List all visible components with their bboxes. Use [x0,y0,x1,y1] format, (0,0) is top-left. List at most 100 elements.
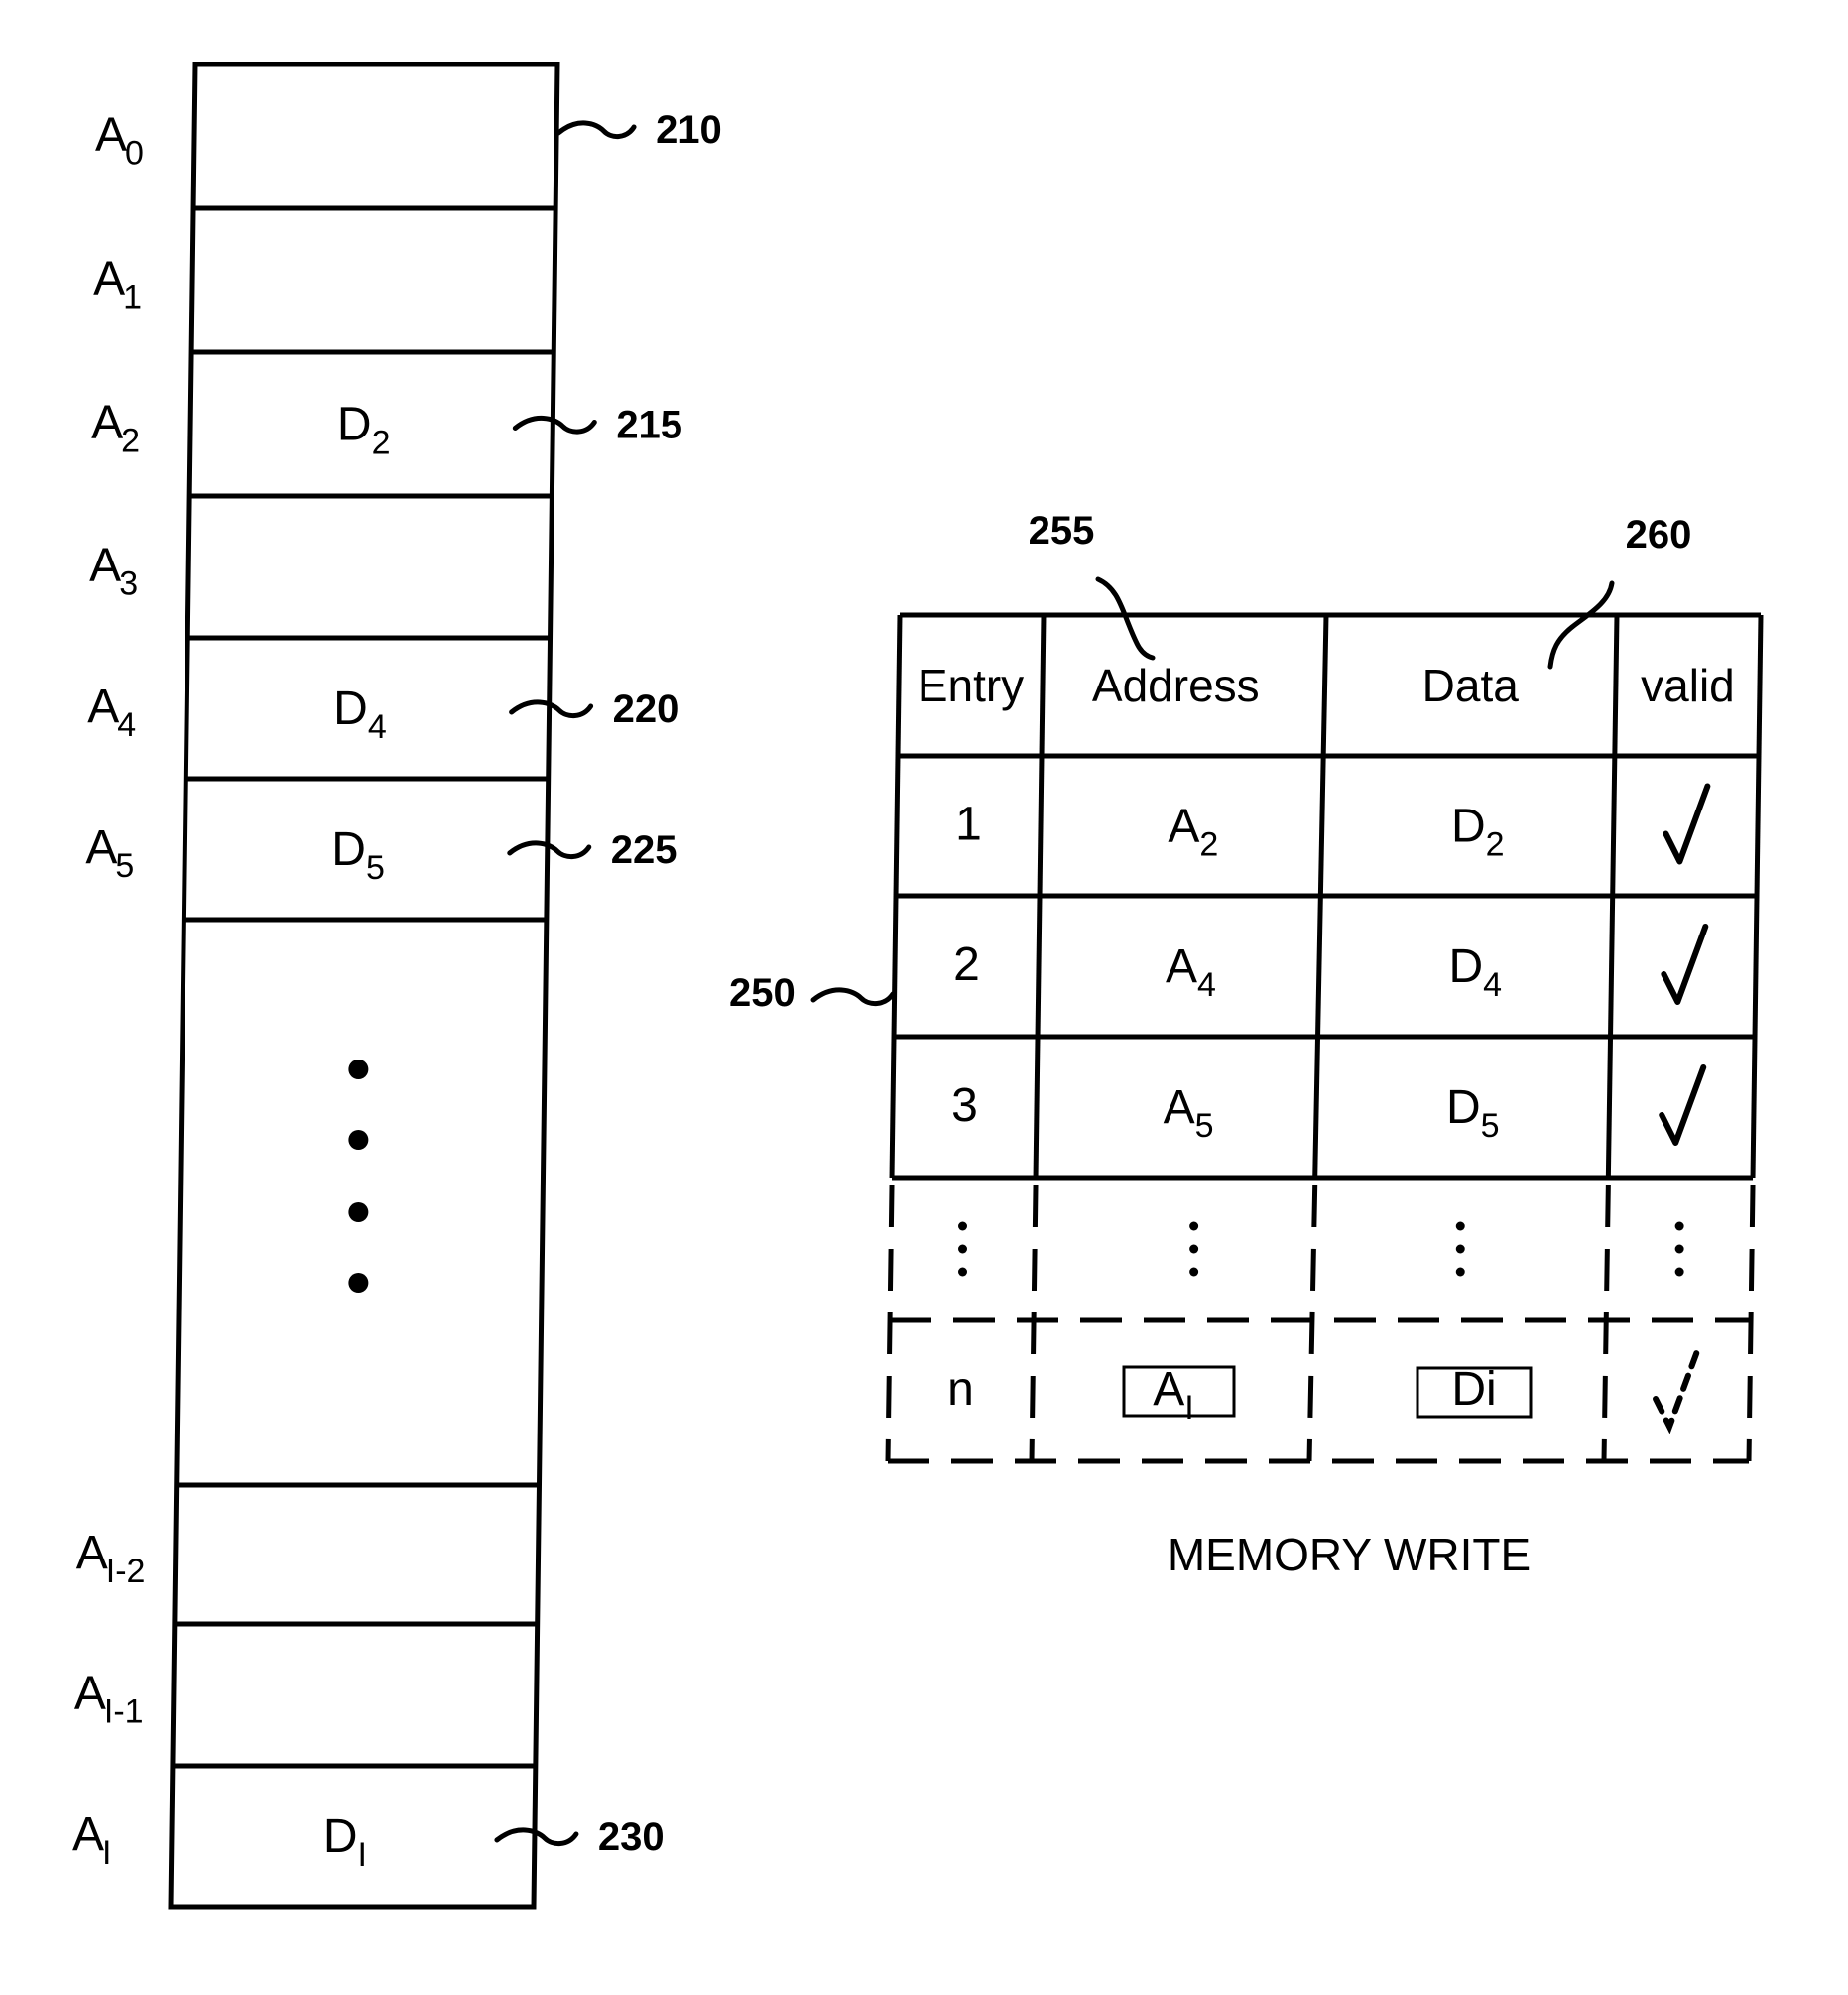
entry-address-subscript: 5 [1195,1107,1214,1145]
memory-address-label-subscript: 5 [115,847,134,885]
memory-data-label-main: D [331,823,366,876]
reference-numeral: 210 [656,108,722,152]
reference-leader [555,120,637,139]
memory-row: AI-2 [76,1527,146,1590]
memory-data-label-subscript: 4 [368,708,387,746]
entry-address-main: A [1164,1081,1195,1134]
memory-address-label-main: A [95,109,127,162]
memory-address-label: A3 [89,540,138,603]
entry-address-main: A [1166,940,1197,993]
entry-data-main: D [1448,940,1483,993]
memory-data-label-main: D [333,683,368,735]
memory-row: AI-1 [74,1668,144,1731]
memory-row: AI DI 230 [72,1808,665,1874]
table-reference-leader [810,987,896,1006]
memory-data-label: D2 [337,399,391,462]
memory-row: A1 [93,253,142,316]
entry-address-subscript: 4 [1197,966,1216,1004]
memory-row: A3 [89,540,138,603]
memory-row: A5 D5 225 [85,821,677,887]
memory-data-label-subscript: 2 [372,425,391,462]
address-column-reference: 255 [1029,509,1095,553]
entry-address-subscript: 2 [1199,826,1218,864]
memory-address-label-main: A [76,1527,108,1579]
memory-array: A0210A1A2 D2 215A3A4 D4 220A5 D5 225AI-2AI-1AI… [72,62,722,1910]
entry-data-subscript: 2 [1486,826,1505,864]
memory-data-label: D4 [333,683,387,746]
memory-write-diagram: A0210A1A2 D2 215A3A4 D4 220A5 D5 225AI-2AI-1AI… [72,62,1764,1910]
entry-number: 2 [953,938,980,991]
table-header-entry: Entry [918,660,1024,711]
table-ellipsis-dot [1674,1244,1684,1254]
memory-address-label-subscript: 0 [125,135,144,173]
memory-address-label-subscript: I-1 [104,1693,144,1731]
memory-address-label-main: A [74,1668,106,1720]
memory-outline [168,62,560,1910]
table-header-valid: valid [1641,660,1735,711]
pending-valid-check-icon [1653,1348,1701,1434]
memory-data-label-main: D [337,399,372,451]
entry-data-subscript: 5 [1481,1107,1500,1145]
pending-address-subscript: I [1184,1389,1193,1427]
table-ellipsis-dot [1674,1221,1684,1231]
entry-data: D5 [1446,1081,1500,1145]
memory-address-label: A0 [95,109,144,173]
entry-number: 1 [955,799,982,851]
table-ellipsis-dot [958,1267,968,1277]
memory-data-label-main: D [323,1810,358,1863]
table-dashed-column-line [885,1185,895,1462]
table-header-data: Data [1422,660,1520,711]
memory-address-label-main: A [89,540,121,592]
table-dashed-column-line [1029,1185,1039,1462]
table-ellipsis-dot [1674,1267,1684,1277]
ellipsis-dot [348,1273,369,1293]
table-ellipsis-dot [1455,1244,1465,1254]
memory-address-label-main: A [91,397,123,449]
memory-address-label-subscript: 3 [119,565,138,603]
table-row: 2 A4 D4 [953,938,1502,1004]
reference-numeral: 220 [613,687,679,731]
table-ellipsis-dot [1189,1221,1199,1231]
entry-data: D4 [1448,940,1502,1004]
table-row: 3 A5 D5 [951,1079,1499,1145]
entry-number: 3 [951,1079,978,1132]
memory-address-label: A4 [87,681,136,744]
table-dashed-column-line [1746,1185,1756,1462]
figure-caption: MEMORY WRITE [1168,1529,1531,1580]
ellipsis-dot [348,1202,369,1222]
entry-address-main: A [1168,801,1199,853]
memory-address-label-subscript: 1 [123,279,142,316]
entry-address: A4 [1166,940,1216,1004]
memory-address-label-main: A [93,253,125,306]
memory-write-table: Entry Address Data valid255 2602501 A2 D22 A4 D4… [729,509,1764,1464]
memory-address-label-main: A [85,821,117,874]
memory-address-label-subscript: 2 [121,423,140,460]
table-ellipsis-dot [1455,1221,1465,1231]
memory-address-label-main: A [72,1808,104,1861]
memory-data-label: DI [323,1810,367,1874]
memory-row: A0 210 [95,108,722,173]
memory-row: A2 D2 215 [91,397,682,462]
memory-address-label: A1 [93,253,142,316]
memory-ellipsis [348,1060,369,1293]
entry-data-main: D [1451,801,1486,853]
pending-data: Di [1451,1363,1496,1416]
memory-address-label-main: A [87,681,119,733]
memory-address-label: AI-1 [74,1668,144,1731]
valid-check-icon [1661,924,1709,1005]
table-ellipsis-dot [1455,1267,1465,1277]
entry-data: D2 [1451,801,1505,864]
entry-address: A5 [1164,1081,1214,1145]
table-ellipsis-dot [958,1244,968,1254]
table-dashed-column-line [1601,1185,1611,1462]
table-header-address: Address [1092,660,1260,711]
ellipsis-dot [348,1130,369,1150]
data-reference-leader [1547,580,1615,670]
entry-data-subscript: 4 [1483,966,1502,1004]
pending-entry-number: n [947,1363,974,1416]
entry-address: A2 [1168,801,1218,864]
memory-address-label: A2 [91,397,140,460]
reference-numeral: 215 [616,404,682,447]
data-column-reference: 260 [1626,513,1692,557]
memory-row: A4 D4 220 [87,681,678,746]
